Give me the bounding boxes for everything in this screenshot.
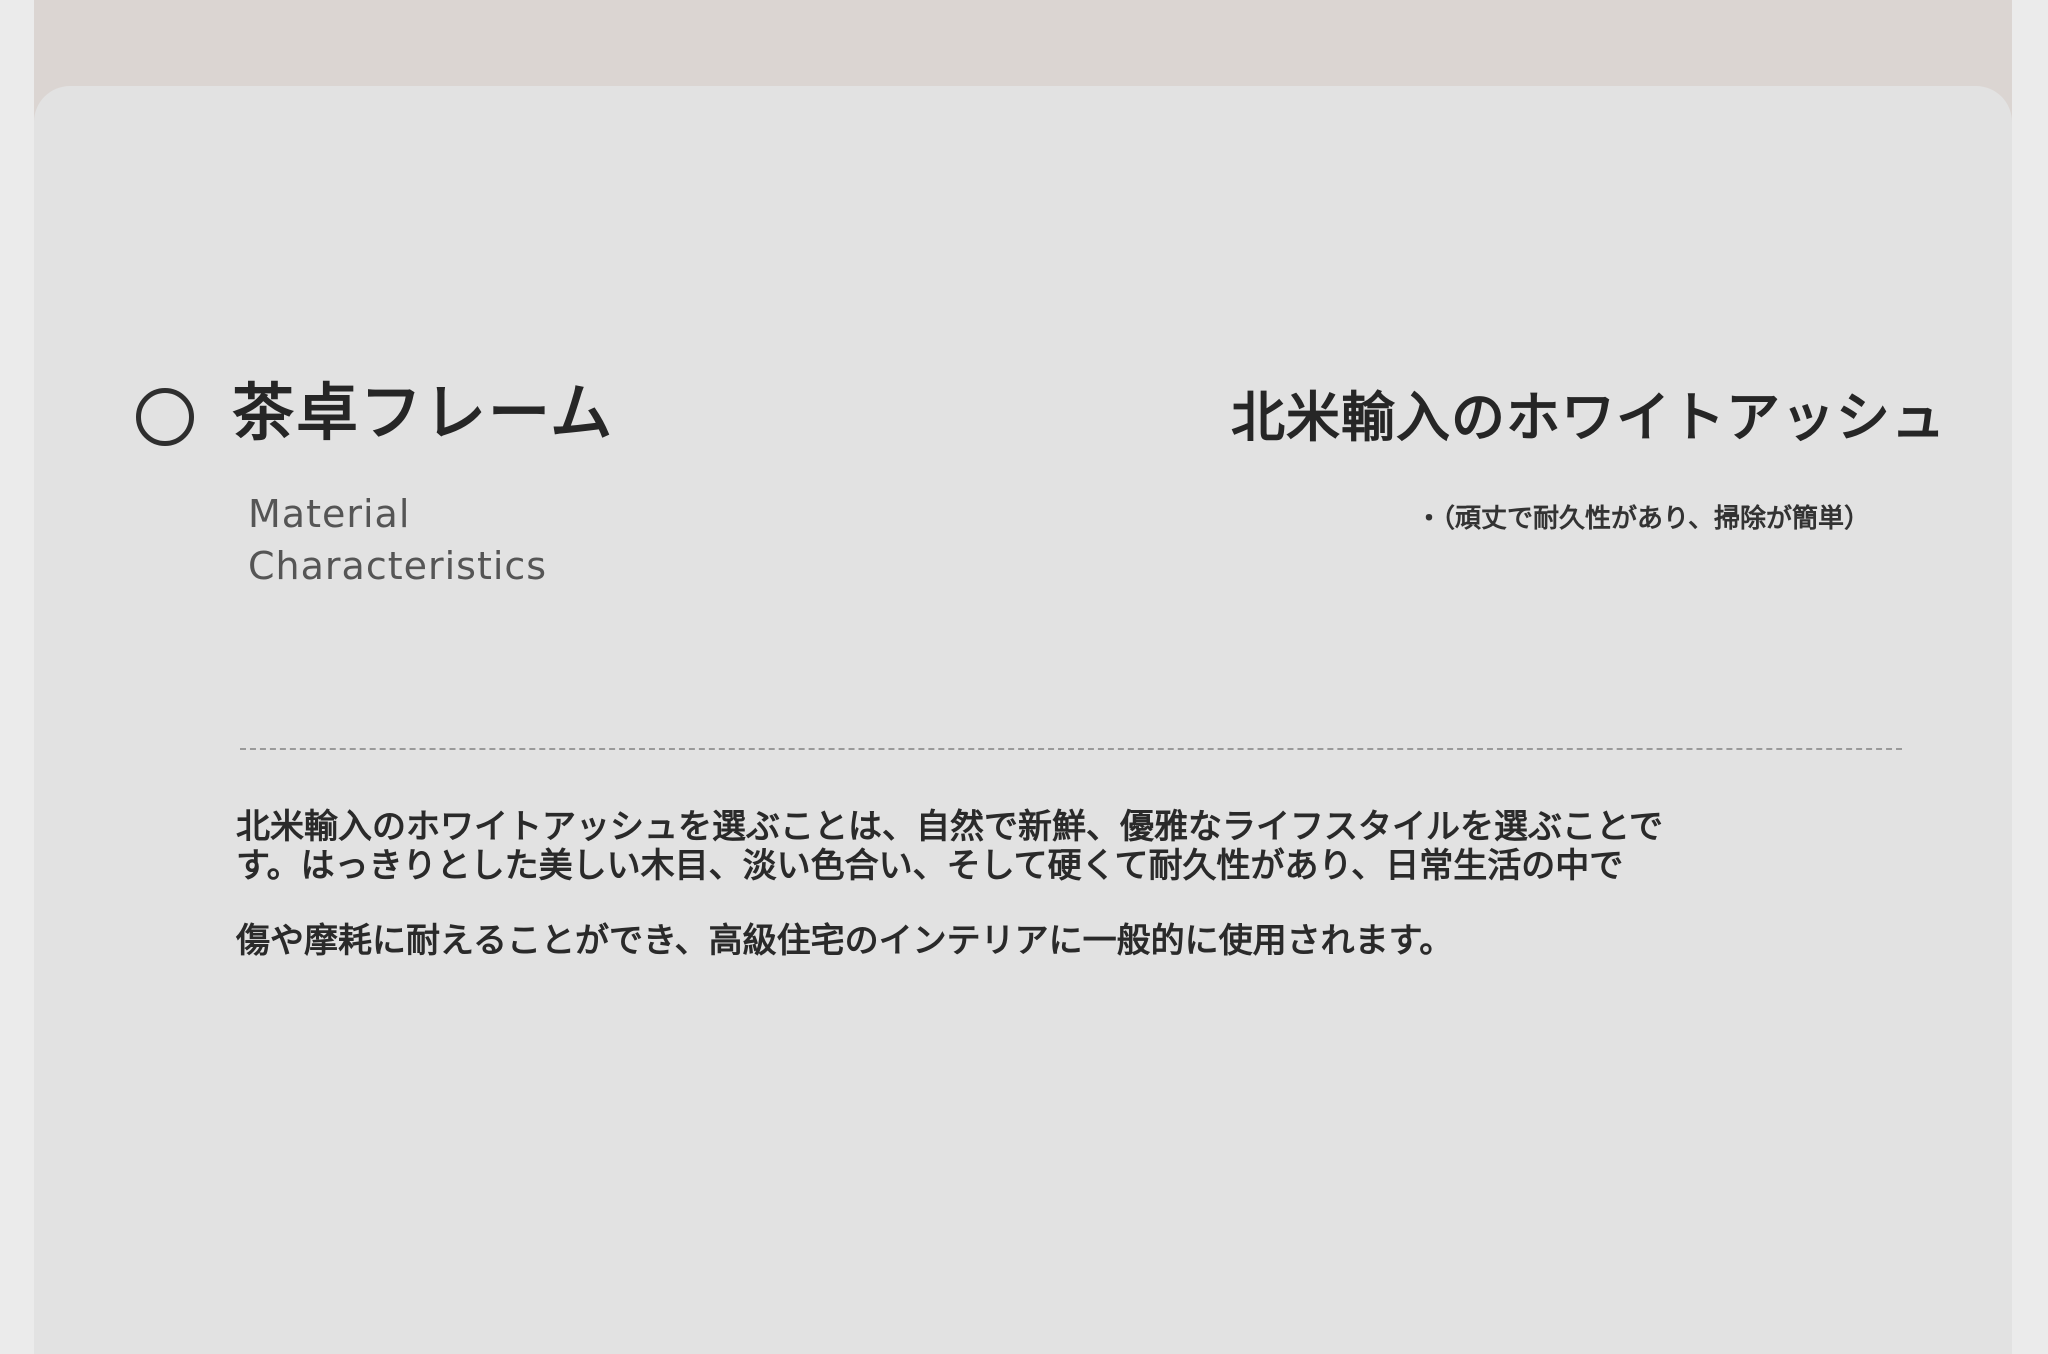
content-panel <box>34 86 2012 1354</box>
page: 茶卓フレーム Material Characteristics 北米輸入のホワイ… <box>0 0 2048 1354</box>
circle-outline-icon <box>136 388 194 446</box>
material-name: 北米輸入のホワイトアッシュ <box>1231 386 1946 449</box>
material-description: 北米輸入のホワイトアッシュを選ぶことは、自然で新鮮、優雅なライフスタイルを選ぶこ… <box>236 808 1716 997</box>
section-subtitle: Material Characteristics <box>248 492 548 588</box>
panel-top-bump <box>334 92 694 186</box>
description-paragraph: 北米輸入のホワイトアッシュを選ぶことは、自然で新鮮、優雅なライフスタイルを選ぶこ… <box>236 807 1663 886</box>
description-paragraph: 傷や摩耗に耐えることができ、高級住宅のインテリアに一般的に使用されます。 <box>236 921 1454 961</box>
material-note: ・（頑丈で耐久性があり、掃除が簡単） <box>1416 504 1870 534</box>
dashed-divider <box>240 748 1902 750</box>
section-title: 茶卓フレーム <box>232 376 615 449</box>
